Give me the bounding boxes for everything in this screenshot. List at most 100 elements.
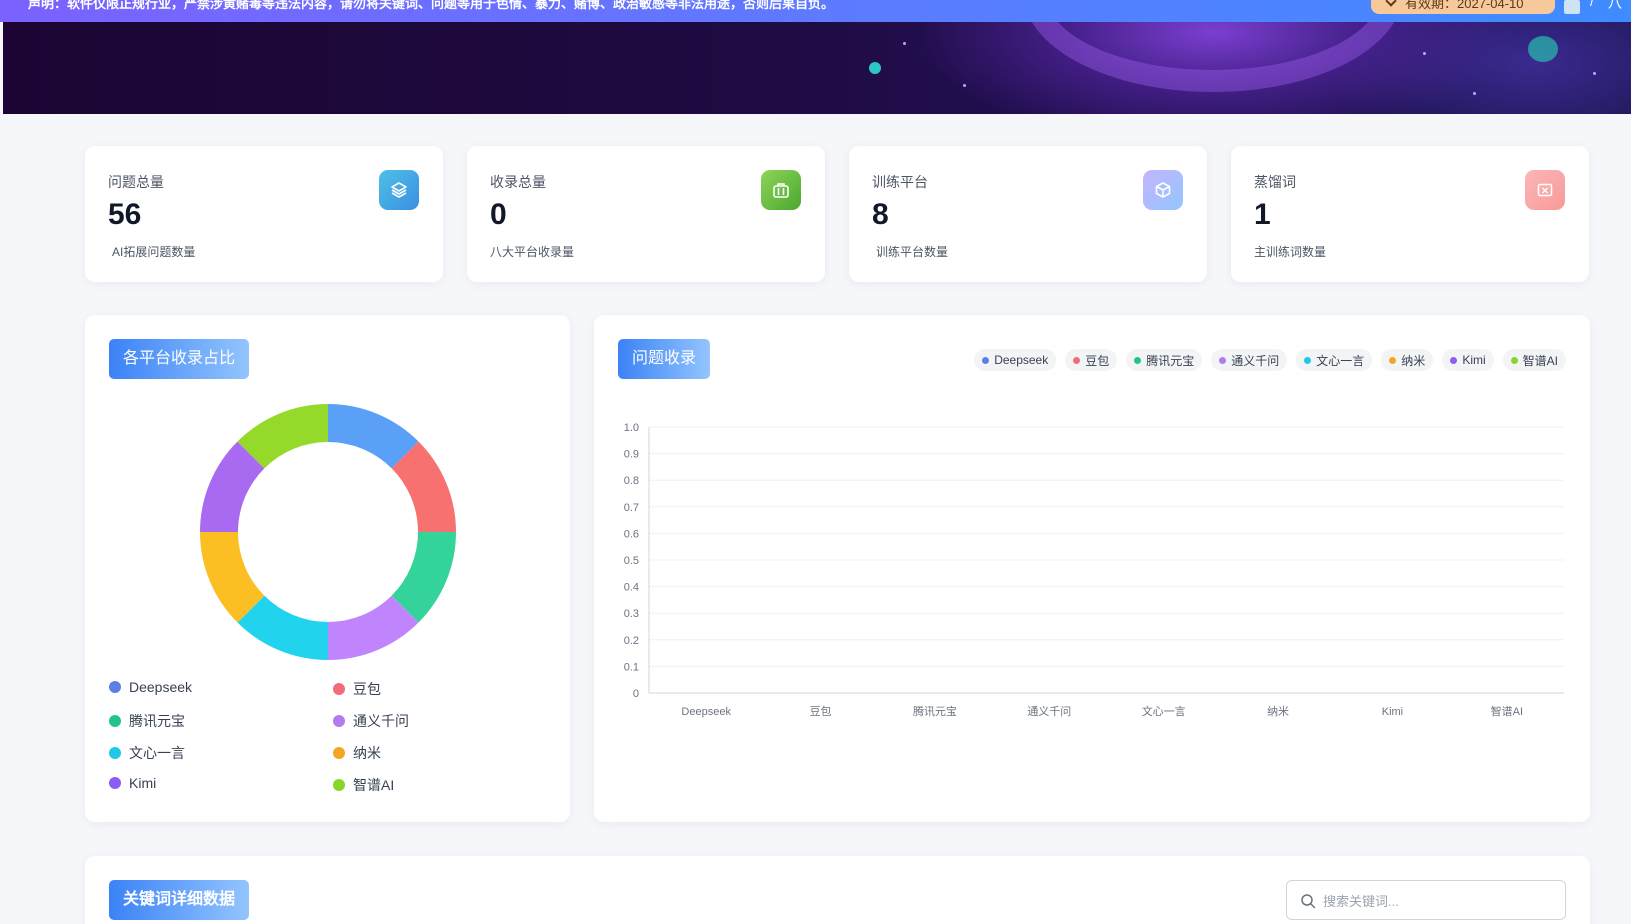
legend-swatch [1304, 356, 1312, 364]
line-chart: 0 0.1 0.2 0.3 0.4 0.5 0.6 0.7 0.8 0.9 1.0 Deepseek 豆… [624, 422, 1564, 718]
legend-pill[interactable]: 文心一言 [1296, 349, 1373, 371]
top-menu-text[interactable]: 八 [1608, 0, 1622, 13]
legend-label: Kimi [1462, 353, 1486, 367]
legend-item[interactable]: 文心一言 [109, 743, 185, 763]
top-separator: / [1590, 0, 1594, 9]
hero-star [903, 42, 906, 45]
legend-item[interactable]: Kimi [109, 775, 156, 791]
legend-label: Deepseek [129, 679, 193, 695]
stat-value: 1 [1254, 198, 1271, 231]
question-index-panel: 问题收录 Deepseek 豆包 腾讯元宝 通义千问 文心一言 纳米 Kimi 智谱AI 00… [594, 315, 1590, 822]
legend-item[interactable]: 腾讯元宝 [109, 711, 185, 731]
stat-label: 训练平台 [872, 174, 928, 190]
legend-item[interactable]: 通义千问 [333, 711, 409, 731]
y-tick-label: 0.3 [624, 608, 639, 620]
legend-pill[interactable]: 纳米 [1381, 349, 1434, 371]
hero-ring-decoration [1023, 22, 1403, 92]
notice-text: 声明：软件仅限正规行业，严禁涉黄赌毒等违法内容，请勿将关键词、问题等用于色情、暴… [28, 0, 835, 11]
legend-label: 豆包 [1085, 353, 1110, 368]
legend-swatch [1073, 356, 1081, 364]
hero-orb-decoration [869, 62, 881, 74]
stat-card-indexed: 收录总量 0 八大平台收录量 [467, 146, 825, 282]
x-tick-label: 智谱AI [1491, 704, 1523, 718]
briefcase-icon [761, 170, 801, 210]
legend-swatch [333, 779, 345, 791]
search-box[interactable] [1286, 880, 1566, 920]
panel-title: 关键词详细数据 [109, 880, 250, 920]
hero-star [1423, 52, 1426, 55]
hero-star [1473, 92, 1476, 95]
stat-sub: 训练平台数量 [876, 245, 949, 259]
legend-label: 文心一言 [1316, 353, 1365, 368]
stat-value: 0 [490, 198, 507, 231]
y-tick-label: 1.0 [624, 422, 639, 434]
layers-icon [379, 170, 419, 210]
stat-card-platforms: 训练平台 8 训练平台数量 [849, 146, 1207, 282]
legend-pill[interactable]: Kimi [1442, 349, 1494, 371]
y-tick-label: 0.8 [624, 475, 639, 487]
stat-card-questions: 问题总量 56 AI拓展问题数量 [85, 146, 443, 282]
legend-label: 纳米 [353, 745, 381, 761]
legend-swatch [1389, 356, 1397, 364]
y-tick-label: 0.2 [624, 635, 639, 647]
legend-swatch [1134, 356, 1142, 364]
stat-value: 56 [108, 198, 142, 231]
legend-swatch [109, 747, 121, 759]
avatar[interactable] [1564, 0, 1580, 14]
x-tick-label: 文心一言 [1142, 704, 1186, 718]
legend-label: 通义千问 [353, 713, 409, 729]
legend-pill[interactable]: 腾讯元宝 [1126, 349, 1203, 371]
chevron-down-icon [1385, 0, 1397, 7]
legend-pill[interactable]: 豆包 [1065, 349, 1118, 371]
notice-bar: 声明：软件仅限正规行业，严禁涉黄赌毒等违法内容，请勿将关键词、问题等用于色情、暴… [0, 0, 1631, 22]
legend-item[interactable]: 智谱AI [333, 775, 394, 795]
legend-label: 腾讯元宝 [1146, 353, 1195, 368]
legend-swatch [333, 715, 345, 727]
stat-card-distill-words: 蒸馏词 1 主训练词数量 [1231, 146, 1589, 282]
stat-label: 蒸馏词 [1254, 174, 1296, 190]
hero-banner [3, 22, 1631, 114]
legend-swatch [1219, 356, 1227, 364]
validity-badge: 有效期：2027-04-10 [1371, 0, 1555, 14]
legend-item[interactable]: 纳米 [333, 743, 381, 763]
y-tick-label: 0.4 [624, 582, 639, 594]
y-tick-label: 0 [633, 688, 639, 700]
legend-swatch [109, 681, 121, 693]
legend-label: 腾讯元宝 [129, 713, 185, 729]
hero-star [963, 84, 966, 87]
search-icon [1301, 894, 1316, 909]
legend-label: Deepseek [994, 353, 1049, 367]
legend-item[interactable]: 豆包 [333, 679, 381, 699]
legend-label: Kimi [129, 775, 157, 791]
legend-swatch [109, 777, 121, 789]
stat-value: 8 [872, 198, 889, 231]
y-tick-label: 0.6 [624, 528, 639, 540]
legend-swatch [1510, 356, 1518, 364]
y-tick-label: 0.1 [624, 661, 639, 673]
y-tick-label: 0.7 [624, 502, 639, 514]
legend-swatch [333, 747, 345, 759]
search-input[interactable] [1323, 890, 1553, 912]
legend-pill[interactable]: 智谱AI [1502, 349, 1566, 371]
legend-pill[interactable]: Deepseek [974, 349, 1057, 371]
legend-pill[interactable]: 通义千问 [1211, 349, 1288, 371]
legend-label: 纳米 [1401, 353, 1426, 368]
x-tick-label: Deepseek [681, 706, 731, 718]
stat-label: 收录总量 [490, 174, 546, 190]
panel-title: 问题收录 [618, 339, 711, 379]
legend-swatch [333, 683, 345, 695]
mail-x-icon [1525, 170, 1565, 210]
legend-label: 智谱AI [1522, 353, 1558, 368]
keywords-panel: 关键词详细数据 [85, 856, 1590, 924]
platform-share-panel: 各平台收录占比 Deepseek 豆包 腾讯元宝 通义千问 文心一言 纳米 Kimi 智谱AI [85, 315, 570, 822]
stat-label: 问题总量 [108, 174, 164, 190]
legend-label: 豆包 [353, 681, 381, 697]
cube-icon [1143, 170, 1183, 210]
stat-sub: 主训练词数量 [1254, 245, 1327, 259]
legend-swatch [1450, 356, 1458, 364]
legend-label: 智谱AI [353, 777, 395, 793]
x-tick-label: 纳米 [1267, 705, 1289, 718]
hero-orb-decoration [1528, 36, 1558, 62]
legend-label: 通义千问 [1231, 353, 1280, 368]
legend-item[interactable]: Deepseek [109, 679, 192, 695]
